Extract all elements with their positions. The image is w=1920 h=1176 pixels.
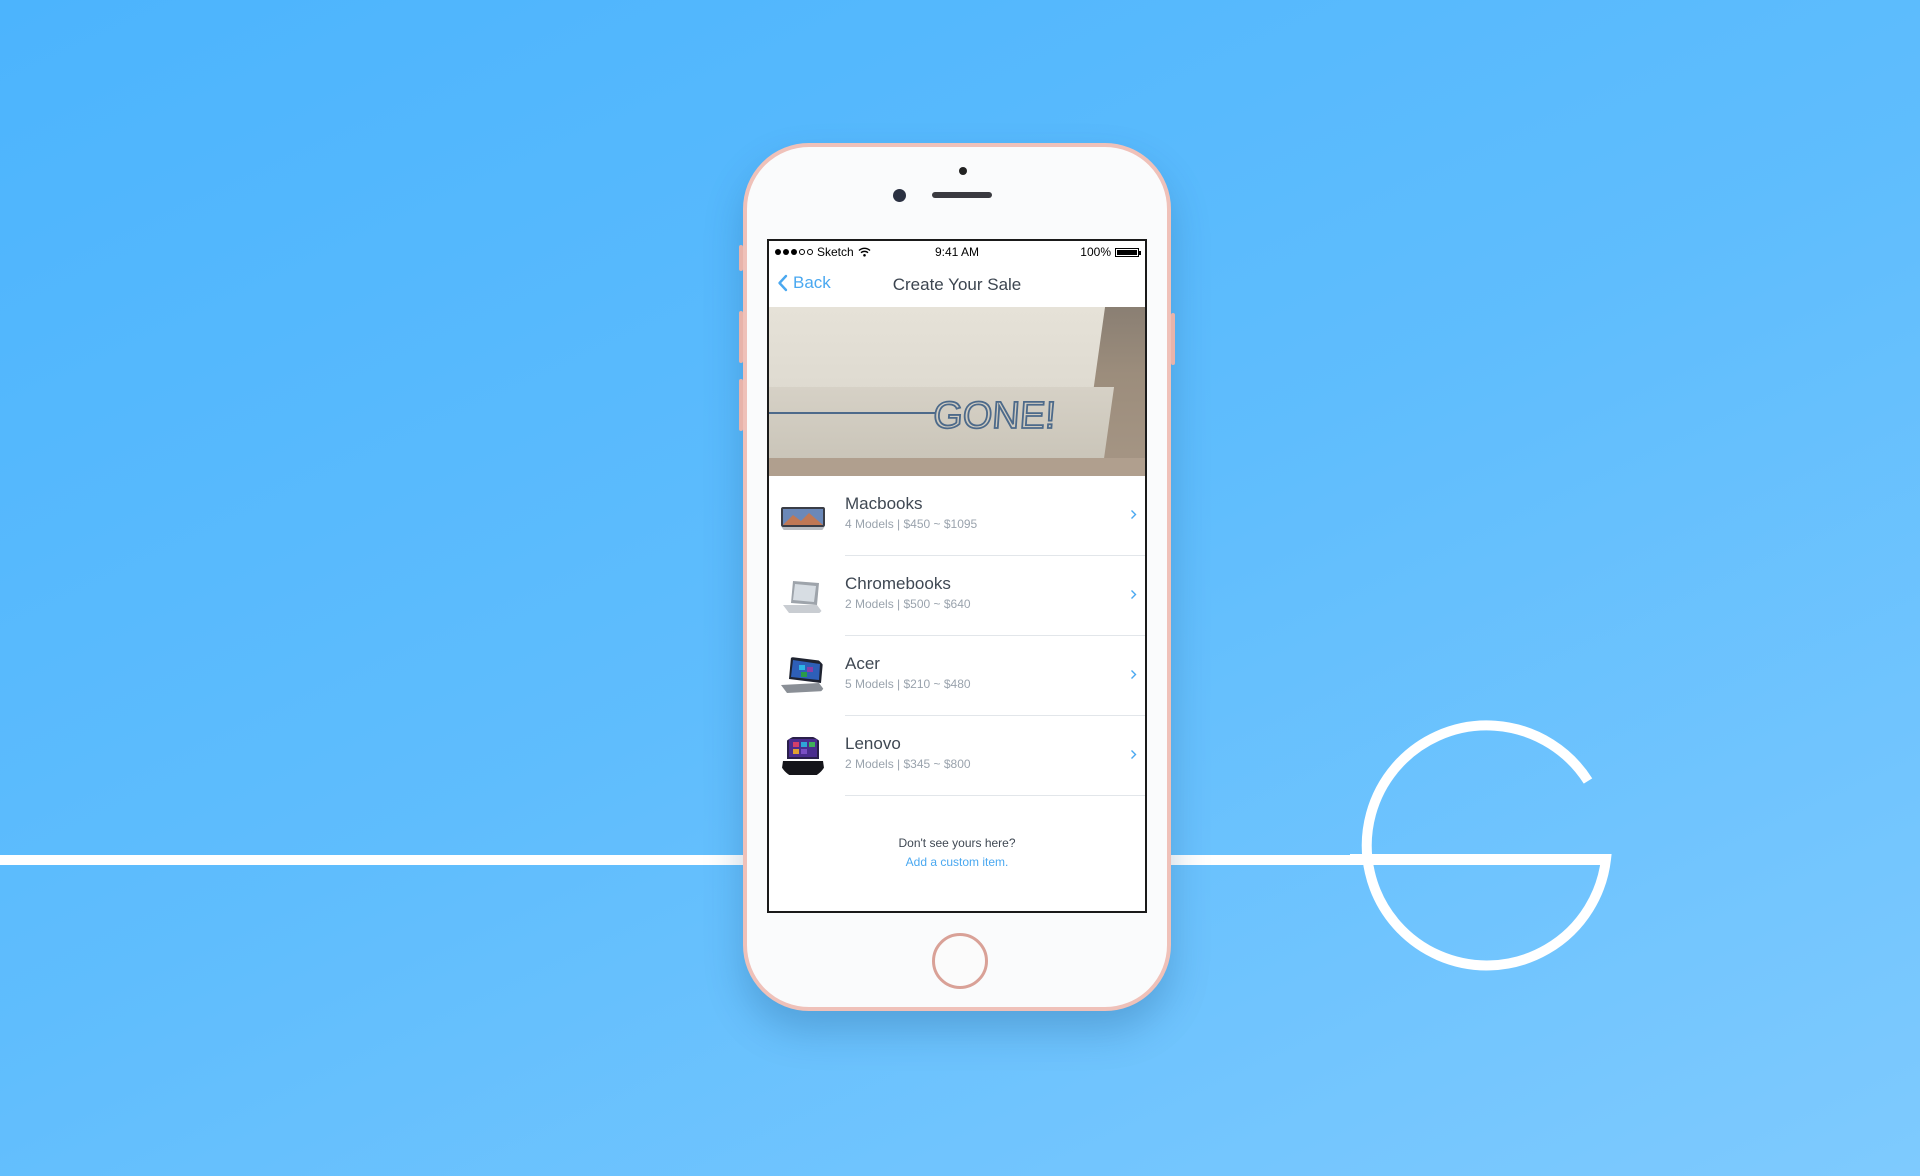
chevron-right-icon (1130, 748, 1137, 763)
proximity-sensor (959, 167, 967, 175)
acer-thumbnail (779, 655, 827, 699)
home-button[interactable] (932, 933, 988, 989)
chevron-right-icon (1130, 668, 1137, 683)
hero-brand-text: GONE! (932, 395, 1057, 437)
list-item-title: Chromebooks (845, 574, 951, 593)
navigation-bar: Back Create Your Sale (769, 263, 1145, 307)
app-screen: Sketch 9:41 AM 100% Back Create Your Sal… (767, 239, 1147, 913)
macbook-thumbnail (779, 495, 827, 539)
footer-question: Don't see yours here? (898, 836, 1016, 850)
category-list: Macbooks 4 Models | $450 ~ $1095 Chromeb… (769, 476, 1145, 796)
chromebook-thumbnail (779, 575, 827, 619)
battery-group: 100% (1080, 245, 1141, 259)
list-item-subtitle: 5 Models | $210 ~ $480 (845, 677, 971, 691)
list-item-subtitle: 4 Models | $450 ~ $1095 (845, 517, 978, 531)
status-bar: Sketch 9:41 AM 100% (769, 241, 1145, 263)
list-item-text: Lenovo 2 Models | $345 ~ $800 (845, 734, 971, 771)
footer: Don't see yours here? Add a custom item. (769, 834, 1145, 872)
gone-g-logo-icon (1350, 720, 1612, 971)
row-divider (845, 795, 1145, 796)
list-item-text: Acer 5 Models | $210 ~ $480 (845, 654, 971, 691)
battery-percentage: 100% (1080, 245, 1111, 259)
list-item-title: Acer (845, 654, 880, 673)
background-line-left (0, 855, 745, 865)
page-title: Create Your Sale (892, 275, 1022, 294)
earpiece-speaker (932, 192, 992, 198)
list-item-text: Macbooks 4 Models | $450 ~ $1095 (845, 494, 977, 531)
hero-brand-logo: GONE! (769, 394, 1058, 438)
lenovo-thumbnail (779, 735, 827, 779)
volume-up-button (739, 311, 743, 363)
list-item-subtitle: 2 Models | $500 ~ $640 (845, 597, 971, 611)
volume-down-button (739, 379, 743, 431)
list-item-title: Lenovo (845, 734, 901, 753)
list-item-subtitle: 2 Models | $345 ~ $800 (845, 757, 971, 771)
list-item-text: Chromebooks 2 Models | $500 ~ $640 (845, 574, 971, 611)
front-camera-icon (893, 189, 906, 202)
power-button (1171, 313, 1175, 365)
add-custom-item-link[interactable]: Add a custom item. (769, 853, 1145, 872)
phone-mockup: Sketch 9:41 AM 100% Back Create Your Sal… (739, 143, 1175, 1011)
list-item-acer[interactable]: Acer 5 Models | $210 ~ $480 (769, 636, 1145, 716)
hero-banner-image: GONE! (769, 307, 1145, 476)
chevron-right-icon (1130, 588, 1137, 603)
battery-icon (1115, 247, 1141, 257)
mute-switch (739, 245, 743, 271)
list-item-macbooks[interactable]: Macbooks 4 Models | $450 ~ $1095 (769, 476, 1145, 556)
chevron-right-icon (1130, 508, 1137, 523)
list-item-lenovo[interactable]: Lenovo 2 Models | $345 ~ $800 (769, 716, 1145, 796)
box-top-surface (769, 307, 1106, 393)
list-item-title: Macbooks (845, 494, 923, 513)
table-surface (769, 458, 1145, 476)
list-item-chromebooks[interactable]: Chromebooks 2 Models | $500 ~ $640 (769, 556, 1145, 636)
